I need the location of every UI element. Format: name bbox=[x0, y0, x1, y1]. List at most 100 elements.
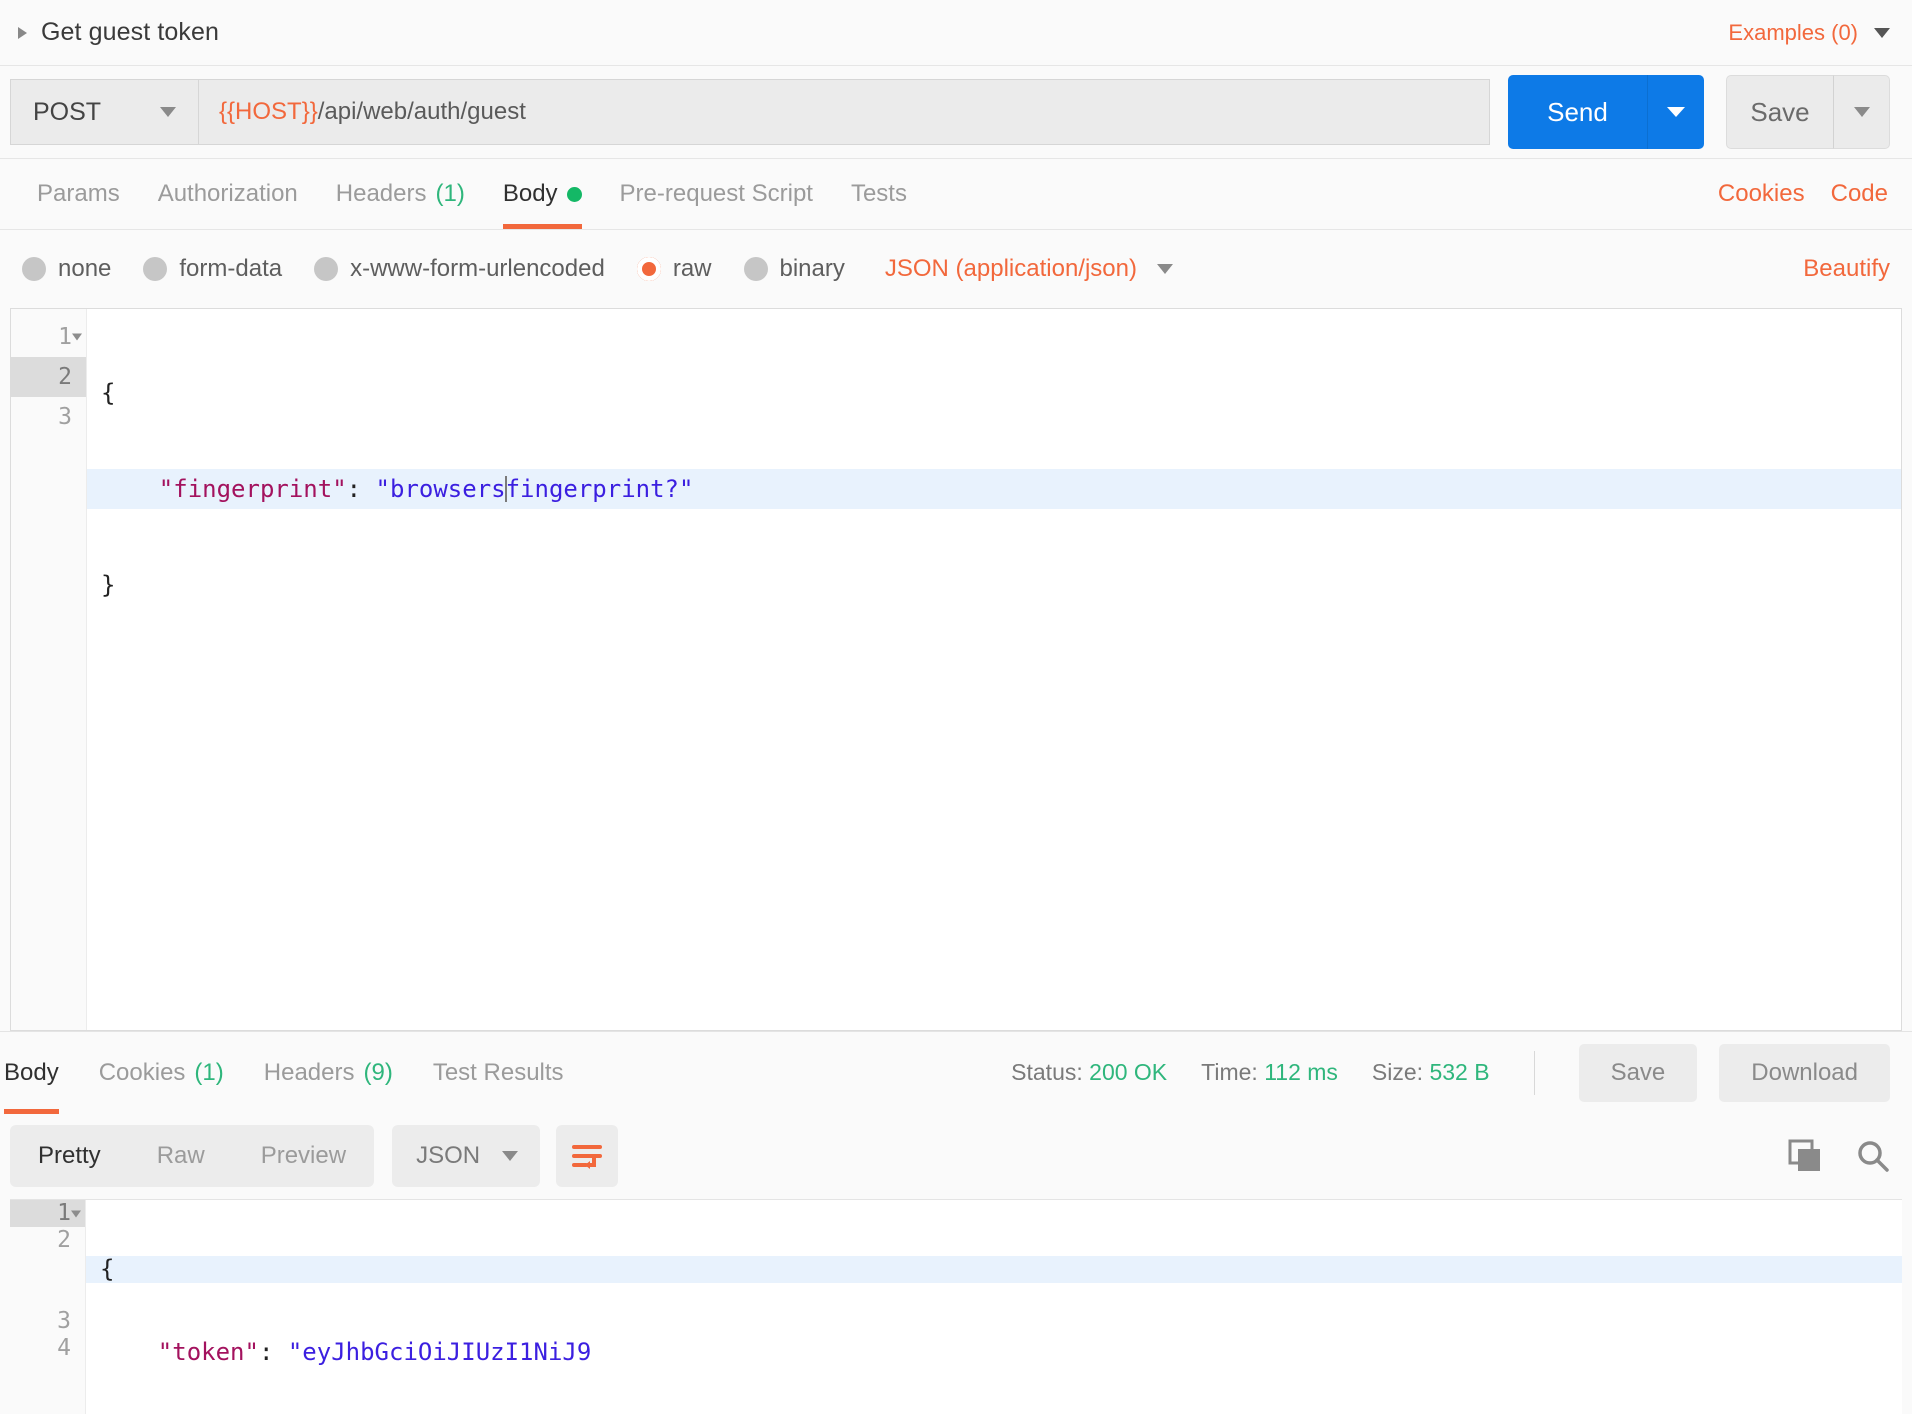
tab-label: Cookies bbox=[98, 1058, 186, 1086]
body-mode-raw[interactable]: raw bbox=[636, 255, 712, 283]
url-variable: {{HOST}} bbox=[219, 98, 318, 125]
gutter-line[interactable]: 1 bbox=[10, 1200, 85, 1227]
gutter-line[interactable]: 3 bbox=[11, 397, 86, 437]
tab-headers[interactable]: Headers (1) bbox=[317, 159, 484, 229]
json-brace: } bbox=[101, 571, 116, 599]
body-mode-binary[interactable]: binary bbox=[743, 255, 845, 283]
response-tab-headers[interactable]: Headers (9) bbox=[244, 1032, 413, 1114]
editor-gutter: 1 2 3 bbox=[11, 309, 87, 1030]
download-response-button[interactable]: Download bbox=[1719, 1043, 1890, 1102]
gutter-line-continuation bbox=[10, 1254, 85, 1281]
tab-count: (1) bbox=[194, 1058, 224, 1086]
caret-right-icon[interactable] bbox=[18, 26, 27, 39]
response-code-area[interactable]: { "token": "eyJhbGciOiJIUzI1NiJ9 .eyJzdW… bbox=[86, 1200, 1902, 1414]
gutter-line[interactable]: 3 bbox=[10, 1308, 85, 1335]
response-tab-body[interactable]: Body bbox=[0, 1032, 79, 1114]
fold-caret-icon[interactable] bbox=[72, 333, 82, 341]
save-response-button[interactable]: Save bbox=[1578, 1043, 1698, 1102]
gutter-line[interactable]: 1 bbox=[11, 317, 86, 357]
radio-icon bbox=[314, 257, 339, 281]
send-button-group[interactable]: Send bbox=[1508, 75, 1704, 149]
tab-count: (9) bbox=[363, 1058, 393, 1086]
examples-group[interactable]: Examples (0) bbox=[1728, 20, 1890, 46]
tab-label: Pre-request Script bbox=[619, 180, 813, 207]
tab-label: Tests bbox=[850, 180, 907, 207]
response-tab-bar: Body Cookies (1) Headers (9) Test Result… bbox=[0, 1031, 1912, 1114]
code-link[interactable]: Code bbox=[1831, 180, 1888, 208]
response-tab-cookies[interactable]: Cookies (1) bbox=[79, 1032, 244, 1114]
code-line: } bbox=[87, 565, 1901, 605]
body-mode-none[interactable]: none bbox=[22, 255, 111, 283]
radio-selected-icon bbox=[636, 257, 661, 281]
json-brace: { bbox=[100, 1255, 115, 1283]
gutter-line-continuation bbox=[10, 1281, 85, 1308]
copy-icon[interactable] bbox=[1788, 1139, 1822, 1173]
tab-authorization[interactable]: Authorization bbox=[139, 159, 317, 229]
status-item: Status: 200 OK bbox=[1011, 1059, 1167, 1086]
postman-request-response-pane: Get guest token Examples (0) POST {{HOST… bbox=[0, 0, 1912, 1414]
response-tabs: Body Cookies (1) Headers (9) Test Result… bbox=[0, 1032, 584, 1114]
search-icon[interactable] bbox=[1856, 1139, 1890, 1173]
view-mode-raw[interactable]: Raw bbox=[129, 1125, 233, 1187]
tab-params[interactable]: Params bbox=[18, 159, 139, 229]
tab-body[interactable]: Body bbox=[484, 159, 601, 229]
view-mode-preview[interactable]: Preview bbox=[233, 1125, 374, 1187]
tab-label: Test Results bbox=[432, 1058, 564, 1086]
response-format-select[interactable]: JSON bbox=[392, 1125, 541, 1187]
http-method-select[interactable]: POST bbox=[10, 79, 198, 145]
body-mode-options: none form-data x-www-form-urlencoded raw… bbox=[22, 255, 1173, 283]
content-type-select[interactable]: JSON (application/json) bbox=[885, 255, 1173, 283]
body-mode-form-data[interactable]: form-data bbox=[143, 255, 282, 283]
line-number: 2 bbox=[58, 364, 72, 390]
json-key: "token" bbox=[157, 1338, 259, 1366]
save-button-group[interactable]: Save bbox=[1726, 75, 1890, 149]
url-row: POST {{HOST}}/api/web/auth/guest Send Sa… bbox=[0, 66, 1912, 158]
tab-count: (1) bbox=[435, 180, 465, 207]
content-type-label: JSON (application/json) bbox=[884, 255, 1137, 282]
editor-code-area[interactable]: { "fingerprint": "browsersfingerprint?" … bbox=[87, 309, 1901, 1030]
chevron-down-icon[interactable] bbox=[160, 107, 176, 117]
response-tab-test-results[interactable]: Test Results bbox=[413, 1032, 584, 1114]
json-brace: { bbox=[101, 379, 116, 407]
chevron-down-icon bbox=[502, 1151, 519, 1161]
response-actions: Save Download bbox=[1578, 1043, 1890, 1102]
request-title: Get guest token bbox=[41, 18, 220, 46]
fold-caret-icon[interactable] bbox=[71, 1210, 81, 1217]
body-mode-label: binary bbox=[779, 255, 845, 282]
url-input[interactable]: {{HOST}}/api/web/auth/guest bbox=[198, 79, 1490, 145]
gutter-line[interactable]: 2 bbox=[11, 357, 86, 397]
body-mode-urlencoded[interactable]: x-www-form-urlencoded bbox=[314, 255, 605, 283]
status-label: Status: bbox=[1011, 1059, 1083, 1085]
cookies-link[interactable]: Cookies bbox=[1718, 180, 1805, 208]
radio-icon bbox=[743, 257, 768, 281]
response-tool-icons bbox=[1788, 1139, 1890, 1173]
send-options-button[interactable] bbox=[1648, 75, 1704, 149]
beautify-button[interactable]: Beautify bbox=[1803, 255, 1890, 283]
examples-link[interactable]: Examples (0) bbox=[1728, 20, 1858, 46]
chevron-down-icon[interactable] bbox=[1874, 27, 1890, 38]
json-string-value-after-cursor: fingerprint?" bbox=[505, 475, 694, 503]
tab-label: Params bbox=[37, 180, 120, 207]
response-view-toolbar: Pretty Raw Preview JSON bbox=[0, 1113, 1912, 1199]
save-options-button[interactable] bbox=[1834, 75, 1890, 149]
wrap-lines-button[interactable] bbox=[556, 1125, 619, 1187]
gutter-line[interactable]: 4 bbox=[10, 1335, 85, 1362]
tab-label: Body bbox=[502, 180, 558, 207]
line-number: 2 bbox=[57, 1227, 71, 1253]
request-body-editor[interactable]: 1 2 3 { "fingerprint": "browsersfingerpr… bbox=[10, 308, 1902, 1031]
tab-label: Headers bbox=[335, 180, 427, 207]
response-gutter: 1 2 3 4 bbox=[10, 1200, 86, 1414]
response-body-viewer[interactable]: 1 2 3 4 { "token": "eyJhbGciOiJIUzI1NiJ9… bbox=[10, 1199, 1902, 1414]
radio-icon bbox=[143, 257, 168, 281]
wrap-lines-icon bbox=[572, 1145, 603, 1169]
gutter-line[interactable]: 2 bbox=[10, 1227, 85, 1254]
chevron-down-icon bbox=[1853, 107, 1870, 117]
tab-pre-request-script[interactable]: Pre-request Script bbox=[601, 159, 832, 229]
send-button[interactable]: Send bbox=[1508, 75, 1648, 149]
json-string-value: "eyJhbGciOiJIUzI1NiJ9 bbox=[287, 1338, 592, 1366]
view-mode-pretty[interactable]: Pretty bbox=[10, 1125, 129, 1187]
save-request-button[interactable]: Save bbox=[1726, 75, 1834, 149]
size-label: Size: bbox=[1371, 1059, 1424, 1085]
tab-tests[interactable]: Tests bbox=[832, 159, 926, 229]
request-title-group: Get guest token bbox=[18, 18, 219, 47]
